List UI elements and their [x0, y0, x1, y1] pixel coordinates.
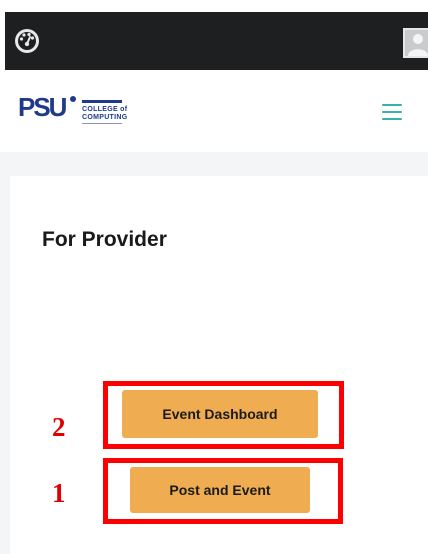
psu-college-of-computing-logo[interactable]: PSU COLLEGE of COMPUTING: [18, 92, 148, 126]
section-title: For Provider: [42, 228, 167, 251]
hamburger-menu-icon[interactable]: [382, 104, 402, 120]
logo-rule: [82, 123, 122, 124]
logo-mark: PSU: [18, 92, 67, 122]
logo-dot: [70, 96, 76, 102]
page: PSU COLLEGE of COMPUTING For Provider Ev…: [0, 0, 428, 554]
highlight-box-event-dashboard: [103, 381, 344, 449]
logo-bar: [82, 100, 122, 103]
site-header: PSU COLLEGE of COMPUTING: [0, 70, 428, 152]
annotation-number-2: 2: [52, 412, 66, 442]
user-avatar-icon[interactable]: [403, 28, 428, 58]
annotation-number-1: 1: [52, 478, 66, 508]
logo-line2: COMPUTING: [82, 114, 128, 121]
dashboard-gauge-icon[interactable]: [13, 27, 41, 55]
menu-line: [382, 111, 402, 113]
logo-line1: COLLEGE of: [82, 106, 128, 113]
avatar-silhouette-icon: [408, 34, 428, 56]
menu-line: [382, 118, 402, 120]
menu-line: [382, 104, 402, 106]
admin-bar: [5, 12, 428, 70]
highlight-box-post-and-event: [103, 458, 343, 524]
